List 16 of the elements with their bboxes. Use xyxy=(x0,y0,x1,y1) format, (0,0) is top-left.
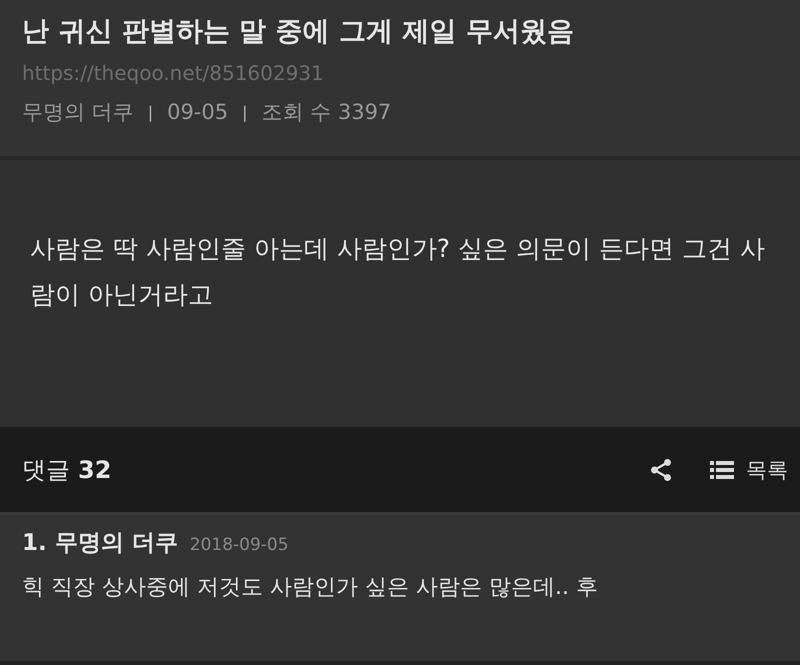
post-text: 사람은 딱 사람인줄 아는데 사람인가? 싶은 의문이 든다면 그건 사람이 아닌거라고 xyxy=(30,233,766,311)
comment-count: 32 xyxy=(78,456,112,484)
list-icon xyxy=(710,460,734,480)
post-title: 난 귀신 판별하는 말 중에 그게 제일 무서웠음 xyxy=(22,15,575,49)
comment-label: 댓글 xyxy=(22,454,70,486)
meta-text: 무명의 더쿠 xyxy=(22,99,134,126)
separator: | xyxy=(242,102,248,122)
meta-text: 09-05 xyxy=(167,100,228,124)
comment-date: 2018-09-05 xyxy=(190,535,289,555)
comment-author: 무명의 더쿠 xyxy=(54,529,178,558)
meta-text: 조회 수 3397 xyxy=(262,99,392,126)
comment-text: 힉 직장 상사중에 저것도 사람인가 싶은 사람은 많은데.. 후 xyxy=(22,574,599,602)
share-icon[interactable] xyxy=(648,456,674,482)
list-button[interactable]: 목록 xyxy=(710,456,788,484)
comment-number: 1. xyxy=(22,530,47,556)
separator: | xyxy=(148,102,154,122)
